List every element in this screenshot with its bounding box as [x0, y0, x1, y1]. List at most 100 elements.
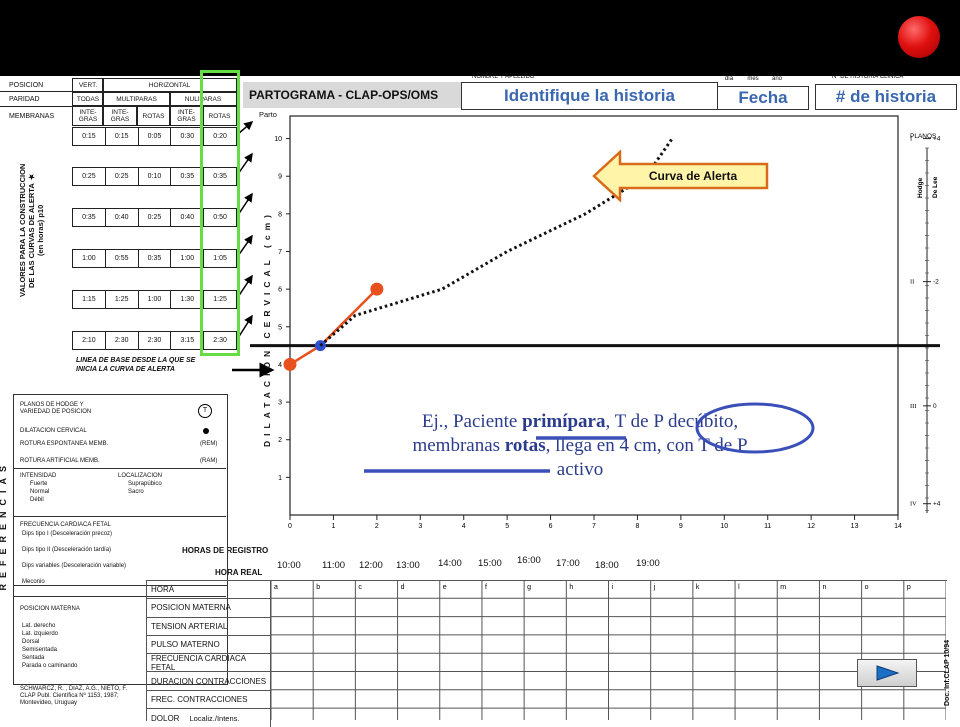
next-slide-button[interactable]: [857, 659, 917, 687]
ref-rem-code: (REM): [200, 441, 218, 447]
cell: 1:15: [73, 291, 106, 308]
ref-rem: ROTURA ESPONTANEA MEMB.: [20, 441, 109, 447]
patient-name-field[interactable]: Identifique la historia: [461, 82, 718, 110]
ref-dips2: Dips tipo II (Desceleración tardía): [22, 547, 112, 553]
y-tick-label: 4: [278, 362, 282, 369]
ref-suprapubico: Suprapúbico: [128, 481, 162, 487]
dolor-label: DOLOR: [151, 713, 180, 723]
real-hour: 13:00: [395, 560, 421, 571]
x-tick-label: 13: [851, 523, 859, 530]
ref-sacro: Sacro: [128, 489, 144, 495]
row-label: POSICION MATERNA: [147, 599, 271, 618]
ref-semisentada: Semisentada: [22, 647, 58, 653]
record-red-dot-icon[interactable]: [898, 16, 940, 58]
ref-planos: PLANOS DE HODGE Y VARIEDAD DE POSICION: [20, 402, 92, 415]
cell: 0:15: [73, 128, 106, 145]
data-point: [370, 282, 384, 296]
real-hour: 16:00: [516, 555, 542, 566]
alert-values-side-title: VALORES PARA LA CONSTRUCCION DE LAS CURV…: [18, 163, 45, 297]
x-tick-label: 11: [764, 523, 771, 530]
ref-lat-izq: Lat. izquierdo: [22, 631, 59, 637]
plano-label: II: [910, 279, 914, 286]
y-tick-label: 3: [278, 400, 282, 407]
dia-label: día: [724, 76, 734, 82]
plano-label: III: [910, 403, 917, 410]
parto-label: Parto: [259, 110, 277, 119]
green-highlight-column: [200, 70, 240, 356]
y-tick-label: 8: [278, 211, 282, 218]
ref-ram-code: (RAM): [200, 458, 218, 464]
x-tick-label: 0: [288, 523, 292, 530]
ref-dilatacion: DILATACION CERVICAL: [20, 428, 87, 434]
ref-dips1: Dips tipo I (Desceleración precoz): [22, 531, 113, 537]
plano-symbol-icon: T: [198, 404, 212, 418]
ref-meconio: Meconio: [22, 579, 45, 585]
ref-sentada: Sentada: [22, 655, 45, 661]
ref-lat-der: Lat. derecho: [22, 623, 56, 629]
mes-label: mes: [747, 76, 759, 82]
y-tick-label: 10: [274, 136, 282, 143]
delee-tick-label: +4: [933, 136, 941, 143]
x-tick-label: 2: [375, 523, 379, 530]
y-tick-label: 5: [278, 324, 282, 331]
x-tick-label: 14: [894, 523, 902, 530]
ref-intensidad: INTENSIDAD: [20, 473, 57, 479]
ref-fcf: FRECUENCIA CARDIACA FETAL: [20, 522, 111, 528]
history-number-field[interactable]: # de historia: [815, 84, 957, 110]
hora-row-label: HORA: [147, 581, 271, 600]
y-tick-label: 6: [278, 287, 282, 294]
y-tick-label: 2: [278, 437, 282, 444]
column-letter: e: [443, 584, 447, 591]
x-tick-label: 8: [635, 523, 639, 530]
divider: [13, 516, 226, 517]
column-letter: i: [612, 584, 614, 591]
cell: 0:25: [139, 209, 172, 226]
real-hour: 19:00: [635, 558, 661, 569]
ref-debil: Débil: [30, 497, 44, 503]
ref-parada: Parada o caminando: [22, 663, 78, 669]
form-title: PARTOGRAMA - CLAP-OPS/OMS: [243, 82, 461, 108]
divider: [13, 468, 226, 469]
real-hour: 11:00: [321, 560, 347, 571]
date-field[interactable]: Fecha: [717, 86, 809, 110]
column-letter: m: [780, 584, 786, 591]
membranas-label: MEMBRANAS: [9, 113, 55, 120]
cell: 1:00: [139, 291, 172, 308]
y-tick-label: 7: [278, 249, 282, 256]
real-hour: 18:00: [594, 560, 620, 571]
row-label: PULSO MATERNO: [147, 635, 271, 655]
paridad-label: PARIDAD: [9, 96, 40, 103]
x-tick-label: 5: [505, 523, 509, 530]
cell: 1:00: [73, 250, 106, 267]
dilatation-axis-label: DILATACION CERVICAL (cm): [262, 210, 272, 447]
x-tick-label: 9: [679, 523, 683, 530]
cell: 0:35: [139, 250, 172, 267]
real-hour: 12:00: [358, 560, 384, 571]
cell: 0:25: [73, 168, 106, 185]
cell: 0:35: [73, 209, 106, 226]
todas-header: TODAS: [72, 92, 104, 106]
x-tick-label: 12: [807, 523, 815, 530]
x-tick-label: 3: [418, 523, 422, 530]
column-letter: a: [274, 584, 278, 591]
dilatation-dot-icon: [203, 428, 209, 434]
alert-curve-label: Curva de Alerta: [648, 169, 738, 183]
y-tick-label: 1: [278, 475, 282, 482]
col-header-2: INTE- GRAS: [102, 106, 138, 126]
data-point: [314, 340, 326, 352]
observations-grid: a b c d e f g h i j k l m n o p: [271, 580, 946, 720]
delee-label: De Lee: [932, 176, 939, 198]
date-labels: día mes año: [717, 76, 789, 83]
note-markup-svg: [364, 402, 815, 473]
real-hour: 10:00: [276, 560, 302, 571]
baseline-text: LINEA DE BASE DESDE LA QUE SE INICIA LA …: [76, 357, 196, 373]
col-header-4: INTE- GRAS: [169, 106, 204, 126]
column-letter: b: [316, 584, 320, 591]
posicion-label: POSICION: [9, 82, 44, 89]
column-letter: o: [865, 584, 869, 591]
hc-label: Nº DE HISTORIA CLÍNICA: [832, 74, 904, 80]
x-tick-label: 4: [462, 523, 466, 530]
column-letter: h: [569, 584, 573, 591]
row-label: FRECUENCIA CARDIACA FETAL: [147, 654, 271, 673]
cell: 0:40: [106, 209, 139, 226]
